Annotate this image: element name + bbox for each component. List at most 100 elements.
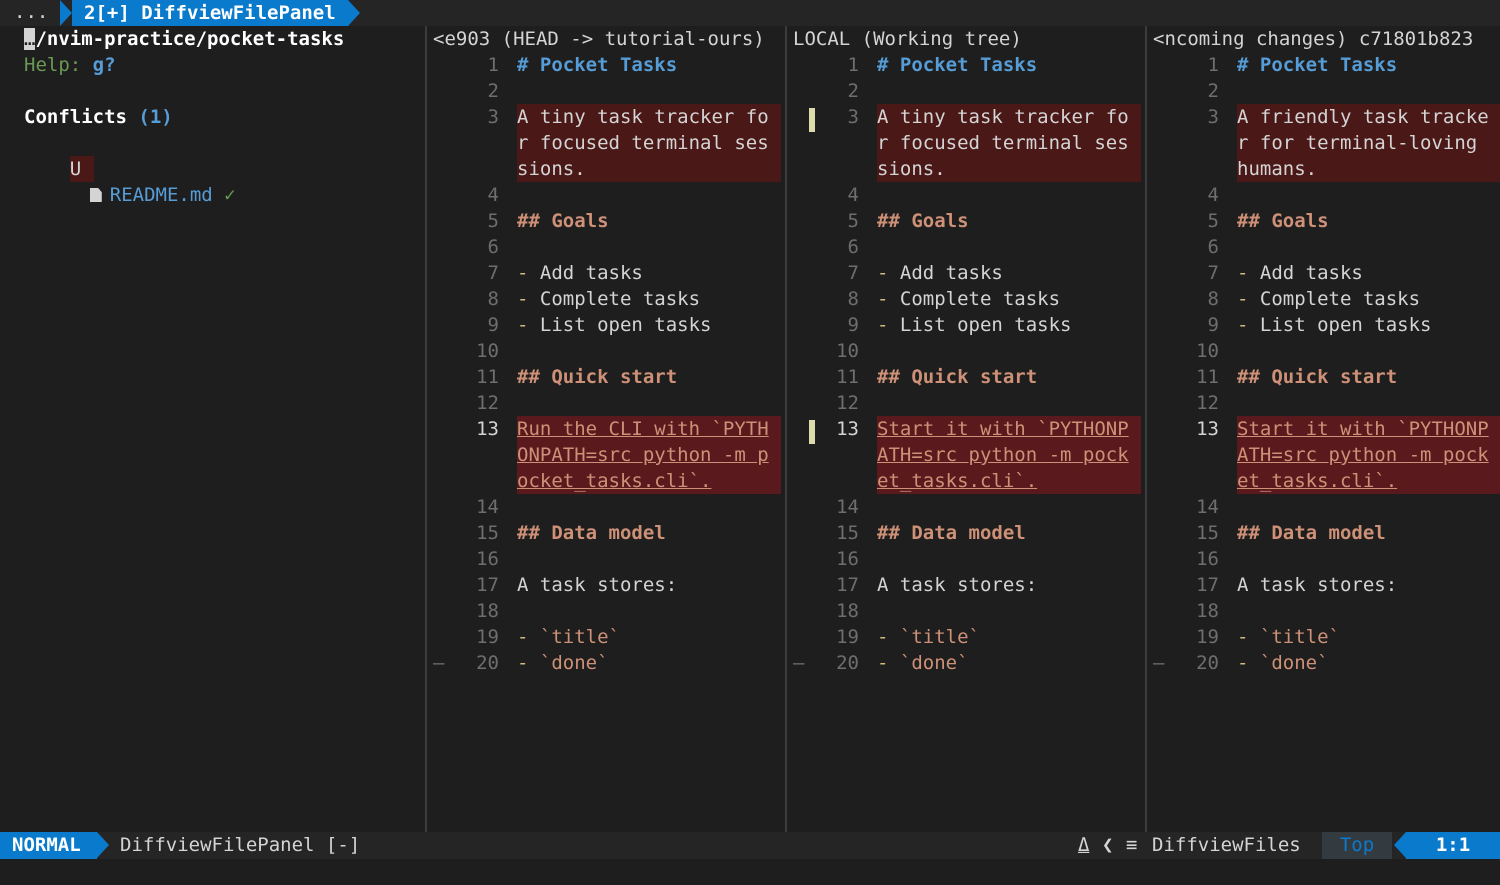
diff-line: 12 xyxy=(427,390,785,416)
changed-text: A friendly task tracke xyxy=(1237,104,1500,130)
diff-line: 9- List open tasks xyxy=(787,312,1145,338)
line-number: 19 xyxy=(476,626,499,648)
diff-line-wrap: r focused terminal ses xyxy=(427,130,785,156)
diff-line: 4 xyxy=(1147,182,1500,208)
diff-line: 19- `title` xyxy=(787,624,1145,650)
command-line[interactable] xyxy=(0,859,1500,885)
line-number: 11 xyxy=(836,366,859,388)
diff-line: 10 xyxy=(787,338,1145,364)
diff-line: 17 A task stores: xyxy=(1147,572,1500,598)
changed-text: r focused terminal ses xyxy=(517,130,781,156)
statusline: NORMAL DiffviewFilePanel [-] ⍙ ❮ ≡ Diffv… xyxy=(0,832,1500,859)
mode-indicator: NORMAL xyxy=(0,832,109,859)
conflict-text: ONPATH=src python -m p xyxy=(517,442,781,468)
diff-line: 7- Add tasks xyxy=(427,260,785,286)
line-number: 4 xyxy=(487,184,499,206)
diff-line: 13 Run the CLI with `PYTH xyxy=(427,416,785,442)
line-number: 13 xyxy=(1196,418,1219,440)
diff-line: 8- Complete tasks xyxy=(427,286,785,312)
line-number: 18 xyxy=(836,600,859,622)
line-number: 3 xyxy=(487,106,499,128)
line-number: 5 xyxy=(847,210,859,232)
diff-line: 19- `title` xyxy=(1147,624,1500,650)
line-number: 5 xyxy=(1207,210,1219,232)
md-heading: ## Data model xyxy=(877,522,1026,544)
diff-line: 16 xyxy=(1147,546,1500,572)
line-number: 5 xyxy=(487,210,499,232)
line-number: 1 xyxy=(847,54,859,76)
diff-line: 13 Start it with `PYTHONP xyxy=(787,416,1145,444)
diff-line: 9- List open tasks xyxy=(1147,312,1500,338)
line-number: 4 xyxy=(1207,184,1219,206)
diff-line: 14 xyxy=(787,494,1145,520)
diff-line-wrap: sions. xyxy=(427,156,785,182)
diff-line: 14 xyxy=(1147,494,1500,520)
changed-text: A tiny task tracker fo xyxy=(877,104,1141,130)
line-number: 3 xyxy=(847,106,859,128)
help-key[interactable]: g? xyxy=(93,54,116,76)
md-heading: ## Goals xyxy=(877,210,969,232)
conflict-text: Start it with `PYTHONP xyxy=(1237,416,1500,442)
line-number: 8 xyxy=(487,288,499,310)
diff-pane-incoming[interactable]: <ncoming changes) c71801b823 1 # Pocket Ta… xyxy=(1147,26,1500,832)
line-number: 16 xyxy=(836,548,859,570)
panel-path: …/nvim-practice/pocket-tasks xyxy=(24,28,345,50)
list-item: Add tasks xyxy=(899,262,1003,284)
diff-line: 15 ## Data model xyxy=(1147,520,1500,546)
file-entry-readme[interactable]: U README.md ✓ xyxy=(24,130,424,206)
line-number: 2 xyxy=(847,80,859,102)
md-heading: ## Data model xyxy=(1237,522,1386,544)
line-number: 16 xyxy=(1196,548,1219,570)
diff-line: 7- Add tasks xyxy=(787,260,1145,286)
status-filetype: DiffviewFiles xyxy=(1152,834,1301,856)
conflicts-header: Conflicts (1) xyxy=(24,106,173,128)
diff-line: 18 xyxy=(427,598,785,624)
diff-line-wrap: et_tasks.cli`. xyxy=(1147,468,1500,494)
diff-line: 2 xyxy=(427,78,785,104)
line-number: 14 xyxy=(476,496,499,518)
diff-line: 11 ## Quick start xyxy=(787,364,1145,390)
tab-overflow[interactable]: ... xyxy=(14,0,48,25)
line-number: 1 xyxy=(487,54,499,76)
line-number: 20 xyxy=(476,652,499,674)
list-item: Add tasks xyxy=(1259,262,1363,284)
md-heading: # Pocket Tasks xyxy=(517,54,678,76)
line-number: 11 xyxy=(476,366,499,388)
changed-text: r focused terminal ses xyxy=(877,130,1141,156)
diff-line: 10 xyxy=(1147,338,1500,364)
diff-line: 2 xyxy=(1147,78,1500,104)
diff-line-wrap: humans. xyxy=(1147,156,1500,182)
diff-pane-local[interactable]: LOCAL (Working tree) 1 # Pocket Tasks 2 3 A t… xyxy=(787,26,1145,832)
line-number: 15 xyxy=(476,522,499,544)
diff-line: 7- Add tasks xyxy=(1147,260,1500,286)
diff-line: 17 A task stores: xyxy=(787,572,1145,598)
diff-line: 5 ## Goals xyxy=(1147,208,1500,234)
line-number: 2 xyxy=(1207,80,1219,102)
list-item: Complete tasks xyxy=(899,288,1061,310)
file-name: README.md xyxy=(109,184,213,206)
line-number: 20 xyxy=(1196,652,1219,674)
diff-line: –20- `done` xyxy=(427,650,785,676)
diff-line: 4 xyxy=(427,182,785,208)
md-heading: ## Quick start xyxy=(1237,366,1398,388)
diff-line: 6 xyxy=(427,234,785,260)
diff-line: –20- `done` xyxy=(787,650,1145,676)
diff-pane-ours[interactable]: <e903 (HEAD -> tutorial-ours) 1 # Pocket T… xyxy=(427,26,785,832)
status-cursor: 1:1 xyxy=(1394,832,1500,859)
line-number: 1 xyxy=(1207,54,1219,76)
diff-line-wrap: ATH=src python -m pock xyxy=(1147,442,1500,468)
line-number: 12 xyxy=(476,392,499,414)
changed-text: sions. xyxy=(517,156,781,182)
check-icon: ✓ xyxy=(224,184,236,206)
line-number: 14 xyxy=(1196,496,1219,518)
diff-line: 3 A tiny task tracker fo xyxy=(787,104,1145,132)
diff-line: 1 # Pocket Tasks xyxy=(787,52,1145,78)
line-number: 9 xyxy=(847,314,859,336)
tabline: ... 2[+] DiffviewFilePanel xyxy=(0,0,1500,26)
line-number: 18 xyxy=(476,600,499,622)
diff-line: 1 # Pocket Tasks xyxy=(427,52,785,78)
diff-line: 3 A friendly task tracke xyxy=(1147,104,1500,130)
tab-diffview-file-panel[interactable]: 2[+] DiffviewFilePanel xyxy=(60,0,360,26)
line-number: 2 xyxy=(487,80,499,102)
line-number: 10 xyxy=(476,340,499,362)
